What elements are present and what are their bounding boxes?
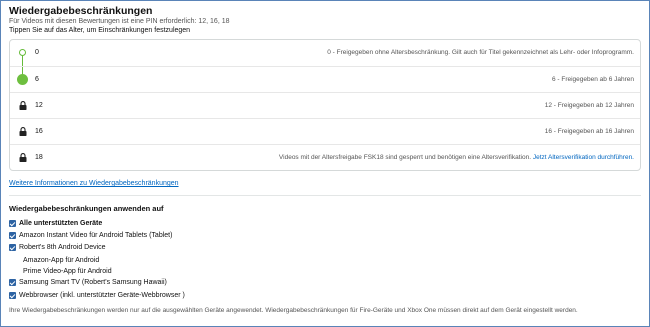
device-checkbox-all[interactable]: Alle unterstützten Geräte	[9, 220, 102, 227]
device-label: Alle unterstützten Geräte	[19, 220, 103, 227]
ratings-list: 0 0 - Freigegeben ohne Altersbeschränkun…	[9, 39, 641, 171]
rating-description: 0 - Freigegeben ohne Altersbeschränkung.…	[327, 49, 634, 56]
device-checkbox-android-device[interactable]: Robert's 8th Android Device	[9, 244, 106, 251]
rating-description: 6 - Freigegeben ab 6 Jahren	[551, 76, 634, 83]
lock-icon	[19, 101, 27, 110]
section-divider	[9, 195, 641, 196]
rating-label: 18	[35, 154, 43, 161]
rating-label: 12	[35, 102, 43, 109]
sub-device-label: Amazon-App für Android	[23, 257, 100, 264]
device-label: Webbrowser (inkl. unterstützter Geräte-W…	[19, 292, 185, 299]
device-label: Samsung Smart TV (Robert's Samsung Hawai…	[19, 279, 167, 286]
rating-label: 6	[35, 76, 39, 83]
checkbox-checked-icon[interactable]	[9, 220, 16, 227]
lock-icon	[19, 127, 27, 136]
rating-description: 16 - Freigegeben ab 16 Jahren	[544, 128, 634, 135]
unlocked-circle-icon	[19, 49, 26, 56]
device-checkbox-samsung-tv[interactable]: Samsung Smart TV (Robert's Samsung Hawai…	[9, 279, 167, 286]
rating-row-0[interactable]: 0 0 - Freigegeben ohne Altersbeschränkun…	[10, 40, 640, 66]
page-title: Wiedergabebeschränkungen	[9, 5, 153, 17]
sub-device-label: Prime Video-App für Android	[23, 268, 112, 275]
rating-row-6[interactable]: 6 6 - Freigegeben ab 6 Jahren	[10, 66, 640, 92]
device-label: Amazon Instant Video für Android Tablets…	[19, 232, 173, 239]
rating-row-16[interactable]: 16 16 - Freigegeben ab 16 Jahren	[10, 118, 640, 144]
selected-circle-icon	[17, 74, 28, 85]
rating-description: Videos mit der Altersfreigabe FSK18 sind…	[279, 145, 634, 171]
checkbox-checked-icon[interactable]	[9, 292, 16, 299]
device-checkbox-android-tablet[interactable]: Amazon Instant Video für Android Tablets…	[9, 232, 172, 239]
more-info-link[interactable]: Weitere Informationen zu Wiedergabebesch…	[9, 180, 179, 187]
pin-requirement-text: Für Videos mit diesen Bewertungen ist ei…	[9, 18, 230, 25]
rating-row-18[interactable]: 18 Videos mit der Altersfreigabe FSK18 s…	[10, 144, 640, 170]
rating-description: 12 - Freigegeben ab 12 Jahren	[544, 102, 634, 109]
checkbox-checked-icon[interactable]	[9, 232, 16, 239]
rating-row-12[interactable]: 12 12 - Freigegeben ab 12 Jahren	[10, 92, 640, 118]
rating-label: 16	[35, 128, 43, 135]
rating-label: 0	[35, 49, 39, 56]
checkbox-checked-icon[interactable]	[9, 279, 16, 286]
instruction-text: Tippen Sie auf das Alter, um Einschränku…	[9, 27, 191, 34]
footer-note: Ihre Wiedergabebeschränkungen werden nur…	[9, 307, 578, 314]
checkbox-checked-icon[interactable]	[9, 244, 16, 251]
device-label: Robert's 8th Android Device	[19, 244, 106, 251]
apply-section-title: Wiedergabebeschränkungen anwenden auf	[9, 204, 164, 213]
device-checkbox-webbrowser[interactable]: Webbrowser (inkl. unterstützter Geräte-W…	[9, 292, 185, 299]
lock-icon	[19, 153, 27, 162]
age-verification-link[interactable]: Jetzt Altersverifikation durchführen.	[533, 154, 634, 161]
rating-description-text: Videos mit der Altersfreigabe FSK18 sind…	[278, 154, 532, 161]
